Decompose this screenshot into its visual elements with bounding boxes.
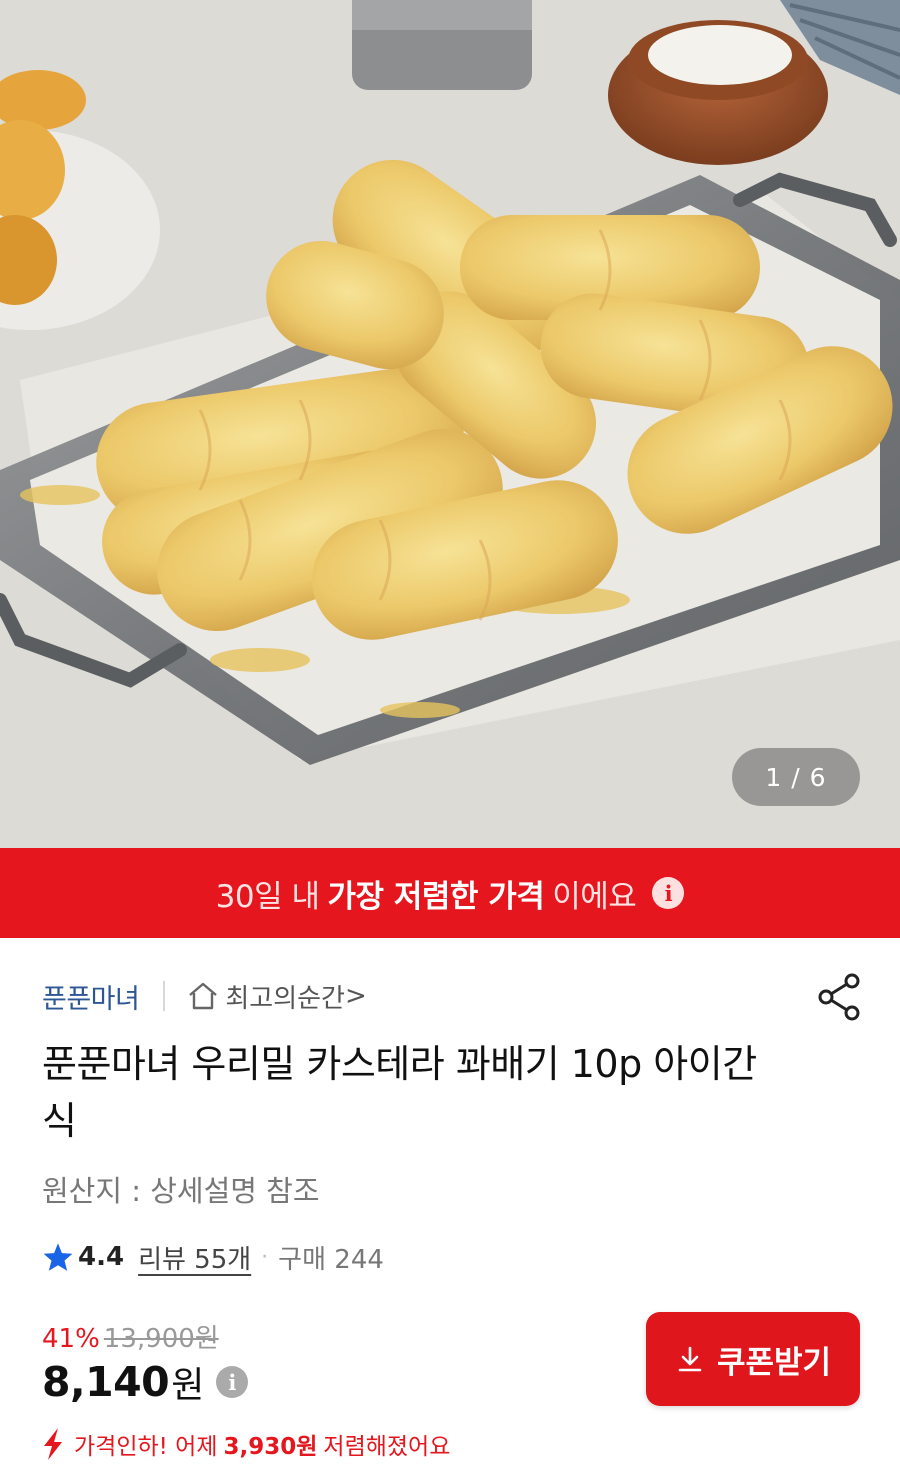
separator: · [261, 1244, 269, 1270]
info-icon[interactable]: i [652, 877, 685, 909]
star-icon [43, 1243, 73, 1271]
share-icon [818, 973, 860, 1021]
banner-prefix: 30일 내 [215, 878, 320, 915]
chevron-right-icon: > [344, 981, 367, 1011]
share-button[interactable] [816, 972, 864, 1022]
product-photo [0, 0, 900, 848]
drop-amount: 3,930원 [223, 1434, 318, 1460]
discount-rate: 41% [42, 1324, 100, 1354]
banner-suffix: 이에요 [552, 878, 637, 915]
banner-highlight: 가장 저렴한 가격 [327, 878, 545, 915]
image-counter[interactable]: 1 / 6 [732, 748, 860, 806]
drop-suffix: 저렴해졌어요 [323, 1434, 451, 1460]
shop-link[interactable]: 최고의순간 > [187, 978, 367, 1015]
divider [163, 981, 166, 1011]
price-unit: 원 [171, 1365, 205, 1406]
purchase-count: 구매 244 [278, 1244, 384, 1275]
price-row: 8,140 원 i [42, 1356, 249, 1408]
shop-name: 최고의순간 [225, 983, 345, 1014]
lowest-price-banner[interactable]: 30일 내 가장 저렴한 가격 이에요 i [0, 848, 900, 938]
home-icon [189, 982, 218, 1010]
review-link[interactable]: 리뷰 55개 [138, 1239, 251, 1276]
rating-score: 4.4 [78, 1242, 125, 1272]
coupon-label: 쿠폰받기 [716, 1344, 832, 1381]
store-row: 푼푼마녀 최고의순간 > [42, 974, 367, 1018]
discount-row: 41% 13,900원 [42, 1318, 219, 1355]
coupon-button[interactable]: 쿠폰받기 [646, 1312, 860, 1406]
download-icon [678, 1346, 702, 1372]
product-image-gallery[interactable]: 1 / 6 [0, 0, 900, 848]
origin-info: 원산지 : 상세설명 참조 [42, 1174, 320, 1208]
product-title: 푼푼마녀 우리밀 카스테라 꽈배기 10p 아이간식 [42, 1042, 757, 1143]
price-drop-arrow-icon [44, 1428, 62, 1460]
price-drop-notice: 가격인하! 어제 3,930원 저렴해졌어요 [40, 1426, 450, 1462]
drop-prefix: 가격인하! 어제 [74, 1434, 218, 1460]
brand-link[interactable]: 푼푼마녀 [42, 977, 140, 1016]
rating-row: 4.4 리뷰 55개 · 구매 244 [42, 1236, 384, 1278]
current-price: 8,140 [42, 1358, 170, 1406]
original-price: 13,900원 [103, 1324, 219, 1354]
price-info-icon[interactable]: i [216, 1366, 249, 1398]
